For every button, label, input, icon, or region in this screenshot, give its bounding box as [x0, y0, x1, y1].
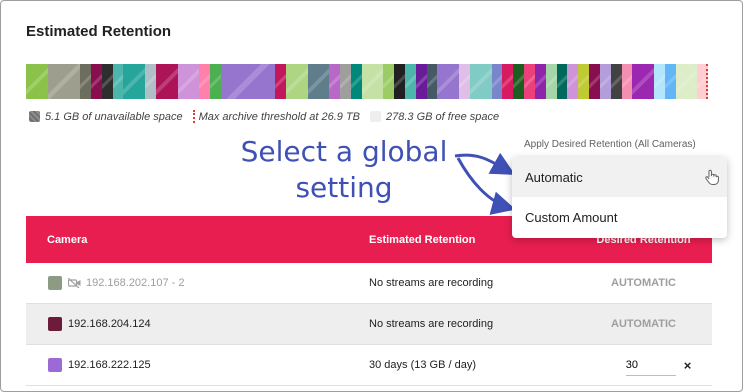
- automatic-label: AUTOMATIC: [611, 318, 676, 330]
- storage-segment: [47, 64, 81, 99]
- camera-cell: 192.168.222.125: [26, 358, 369, 372]
- legend-threshold-label: Max archive threshold at 26.9 TB: [198, 110, 361, 123]
- camera-color-swatch: [48, 276, 62, 290]
- camera-off-icon: [68, 278, 81, 288]
- storage-segment: [459, 64, 470, 99]
- menu-option-label: Custom Amount: [525, 209, 618, 225]
- legend-free: 278.3 GB of free space: [370, 111, 499, 123]
- storage-segment: [545, 64, 557, 99]
- storage-segment: [155, 64, 178, 99]
- storage-segment: [350, 64, 362, 99]
- table-row[interactable]: 192.168.202.107 - 2 No streams are recor…: [26, 263, 712, 304]
- storage-segment: [220, 64, 276, 99]
- hand-pointer-icon: [705, 169, 719, 185]
- storage-segment: [307, 64, 330, 99]
- threshold-swatch: [192, 110, 195, 123]
- retention-mode-menu: Automatic Custom Amount: [512, 157, 727, 238]
- storage-segment: [524, 64, 535, 99]
- estimated-retention-cell: 30 days (13 GB / day): [369, 359, 476, 371]
- legend-unavailable: 5.1 GB of unavailable space: [29, 111, 183, 123]
- annotation-text: Select a global setting: [224, 134, 464, 206]
- annotation-line-2: setting: [295, 171, 393, 204]
- storage-segment: [145, 64, 156, 99]
- storage-segment: [199, 64, 211, 99]
- table-row[interactable]: 192.168.204.124 No streams are recording…: [26, 304, 712, 345]
- desired-retention-input[interactable]: [625, 354, 676, 376]
- desired-retention-cell: AUTOMATIC: [575, 277, 712, 289]
- storage-segment: [275, 64, 286, 99]
- header-camera[interactable]: Camera: [26, 234, 369, 246]
- clear-icon[interactable]: ×: [684, 358, 692, 373]
- storage-segment: [567, 64, 579, 99]
- camera-name: 192.168.204.124: [68, 318, 151, 330]
- desired-retention-cell: ×: [575, 354, 712, 376]
- storage-segment: [621, 64, 633, 99]
- storage-segment: [599, 64, 611, 99]
- legend-free-label: 278.3 GB of free space: [386, 110, 500, 123]
- camera-name: 192.168.222.125: [68, 359, 151, 371]
- storage-segment: [329, 64, 340, 99]
- annotation-line-1: Select a global: [240, 135, 448, 168]
- apply-retention-label: Apply Desired Retention (All Cameras): [524, 139, 696, 150]
- storage-segment: [675, 64, 698, 99]
- storage-segment: [610, 64, 622, 99]
- storage-usage-bar: [26, 64, 708, 99]
- camera-cell: 192.168.202.107 - 2: [26, 276, 369, 290]
- storage-segment: [426, 64, 438, 99]
- storage-segment: [285, 64, 308, 99]
- storage-segment: [383, 64, 395, 99]
- storage-segment: [513, 64, 525, 99]
- storage-segment: [415, 64, 427, 99]
- arrow-to-custom-amount: [456, 157, 516, 215]
- storage-segment: [210, 64, 221, 99]
- storage-segment: [491, 64, 503, 99]
- camera-color-swatch: [48, 358, 62, 372]
- page-title: Estimated Retention: [26, 23, 172, 40]
- estimated-retention-cell: No streams are recording: [369, 318, 494, 330]
- storage-segment: [654, 64, 665, 99]
- legend-unavailable-label: 5.1 GB of unavailable space: [45, 110, 183, 123]
- storage-segment: [80, 64, 91, 99]
- estimated-retention-cell: No streams are recording: [369, 277, 494, 289]
- camera-color-swatch: [48, 317, 62, 331]
- menu-option-label: Automatic: [525, 169, 583, 185]
- storage-segment: [112, 64, 124, 99]
- storage-segment: [556, 64, 568, 99]
- storage-segment: [589, 64, 600, 99]
- table-row[interactable]: 192.168.222.125 30 days (13 GB / day) ×: [26, 345, 712, 386]
- retention-table: Camera Estimated Retention Desired Reten…: [26, 216, 712, 386]
- storage-segment: [26, 64, 48, 99]
- storage-legend: 5.1 GB of unavailable space Max archive …: [29, 110, 509, 123]
- storage-segment: [437, 64, 460, 99]
- legend-threshold: Max archive threshold at 26.9 TB: [192, 110, 361, 123]
- storage-segment: [469, 64, 492, 99]
- storage-segment: [123, 64, 146, 99]
- storage-segment: [177, 64, 200, 99]
- storage-segment: [361, 64, 384, 99]
- storage-segment: [578, 64, 590, 99]
- storage-segment: [101, 64, 113, 99]
- unavailable-swatch: [29, 111, 40, 122]
- storage-segment: [90, 64, 102, 99]
- storage-segment: [394, 64, 405, 99]
- camera-name: 192.168.202.107 - 2: [86, 277, 185, 289]
- storage-segment: [534, 64, 546, 99]
- storage-segment: [502, 64, 514, 99]
- storage-segment: [404, 64, 416, 99]
- camera-cell: 192.168.204.124: [26, 317, 369, 331]
- menu-option-custom-amount[interactable]: Custom Amount: [512, 197, 727, 237]
- free-swatch: [370, 111, 382, 122]
- storage-segment: [664, 64, 676, 99]
- storage-segment: [632, 64, 654, 99]
- storage-segment: [339, 64, 351, 99]
- threshold-marker: [706, 64, 708, 99]
- menu-option-automatic[interactable]: Automatic: [512, 157, 727, 197]
- desired-retention-cell: AUTOMATIC: [575, 318, 712, 330]
- automatic-label: AUTOMATIC: [611, 277, 676, 289]
